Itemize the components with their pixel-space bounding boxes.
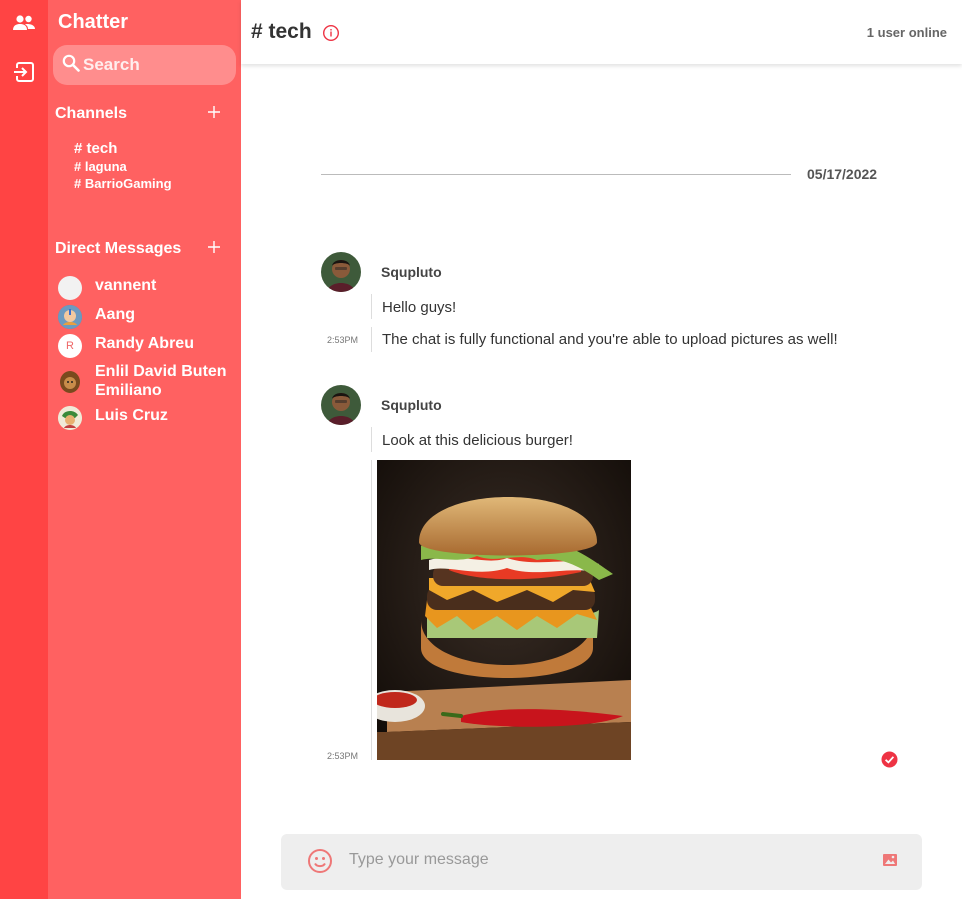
image-upload-icon[interactable]	[882, 852, 898, 868]
message-bar	[371, 460, 372, 760]
channels-title: Channels	[55, 105, 128, 122]
emoji-icon[interactable]	[307, 848, 333, 874]
avatar	[58, 370, 82, 394]
avatar[interactable]	[321, 385, 361, 425]
date-divider	[321, 174, 791, 175]
search-box[interactable]	[53, 45, 236, 85]
app-title: Chatter	[58, 11, 129, 33]
channel-header: # tech 1 user online	[241, 0, 962, 64]
add-channel-icon[interactable]	[206, 104, 222, 120]
message-text: Hello guys!	[382, 299, 457, 316]
date-label: 05/17/2022	[807, 166, 878, 182]
dm-name: Luis Cruz	[95, 407, 168, 424]
logout-icon[interactable]	[12, 60, 36, 84]
message-time: 2:53PM	[327, 335, 359, 345]
dm-name: vannent	[95, 277, 157, 294]
read-receipt-icon	[881, 751, 898, 768]
chat-app: Chatter Channels # tech # laguna # Barri…	[0, 0, 962, 899]
channel-item-tech[interactable]: # tech	[74, 140, 117, 157]
message-input[interactable]	[349, 851, 849, 869]
dm-item-randy-abreu[interactable]: R Randy Abreu	[58, 334, 238, 358]
message-bar	[371, 294, 372, 319]
dm-name: Randy Abreu	[95, 335, 194, 352]
dm-name: Enlil David Buten Emiliano	[95, 363, 227, 399]
avatar: R	[58, 334, 82, 358]
search-icon	[62, 54, 80, 77]
dm-item-vannent[interactable]: vannent	[58, 276, 238, 300]
avatar[interactable]	[321, 252, 361, 292]
channel-title: # tech	[251, 20, 312, 43]
message-composer	[281, 834, 922, 890]
message-bar	[371, 327, 372, 352]
avatar	[58, 406, 82, 430]
channel-item-laguna[interactable]: # laguna	[74, 159, 127, 174]
direct-messages-title: Direct Messages	[55, 240, 182, 257]
message-time: 2:53PM	[327, 751, 359, 761]
info-icon[interactable]	[322, 24, 340, 42]
icon-rail	[0, 0, 48, 899]
users-icon[interactable]	[12, 11, 36, 35]
message-bar	[371, 427, 372, 452]
sidebar: Chatter Channels # tech # laguna # Barri…	[48, 0, 241, 899]
avatar	[58, 305, 82, 329]
search-input[interactable]	[83, 55, 223, 75]
online-status: 1 user online	[866, 25, 947, 40]
dm-item-enlil-david-buten-emiliano[interactable]: Enlil David Buten Emiliano	[58, 362, 238, 400]
channel-item-barriogaming[interactable]: # BarrioGaming	[74, 176, 172, 191]
dm-item-aang[interactable]: Aang	[58, 305, 238, 329]
message-author: Squpluto	[381, 397, 442, 413]
message-text: The chat is fully functional and you're …	[382, 331, 838, 348]
dm-item-luis-cruz[interactable]: Luis Cruz	[58, 406, 238, 430]
add-dm-icon[interactable]	[206, 239, 222, 255]
avatar	[58, 276, 82, 300]
message-author: Squpluto	[381, 264, 442, 280]
message-text: Look at this delicious burger!	[382, 432, 573, 449]
burger-photo[interactable]	[377, 460, 631, 760]
dm-name: Aang	[95, 306, 135, 323]
